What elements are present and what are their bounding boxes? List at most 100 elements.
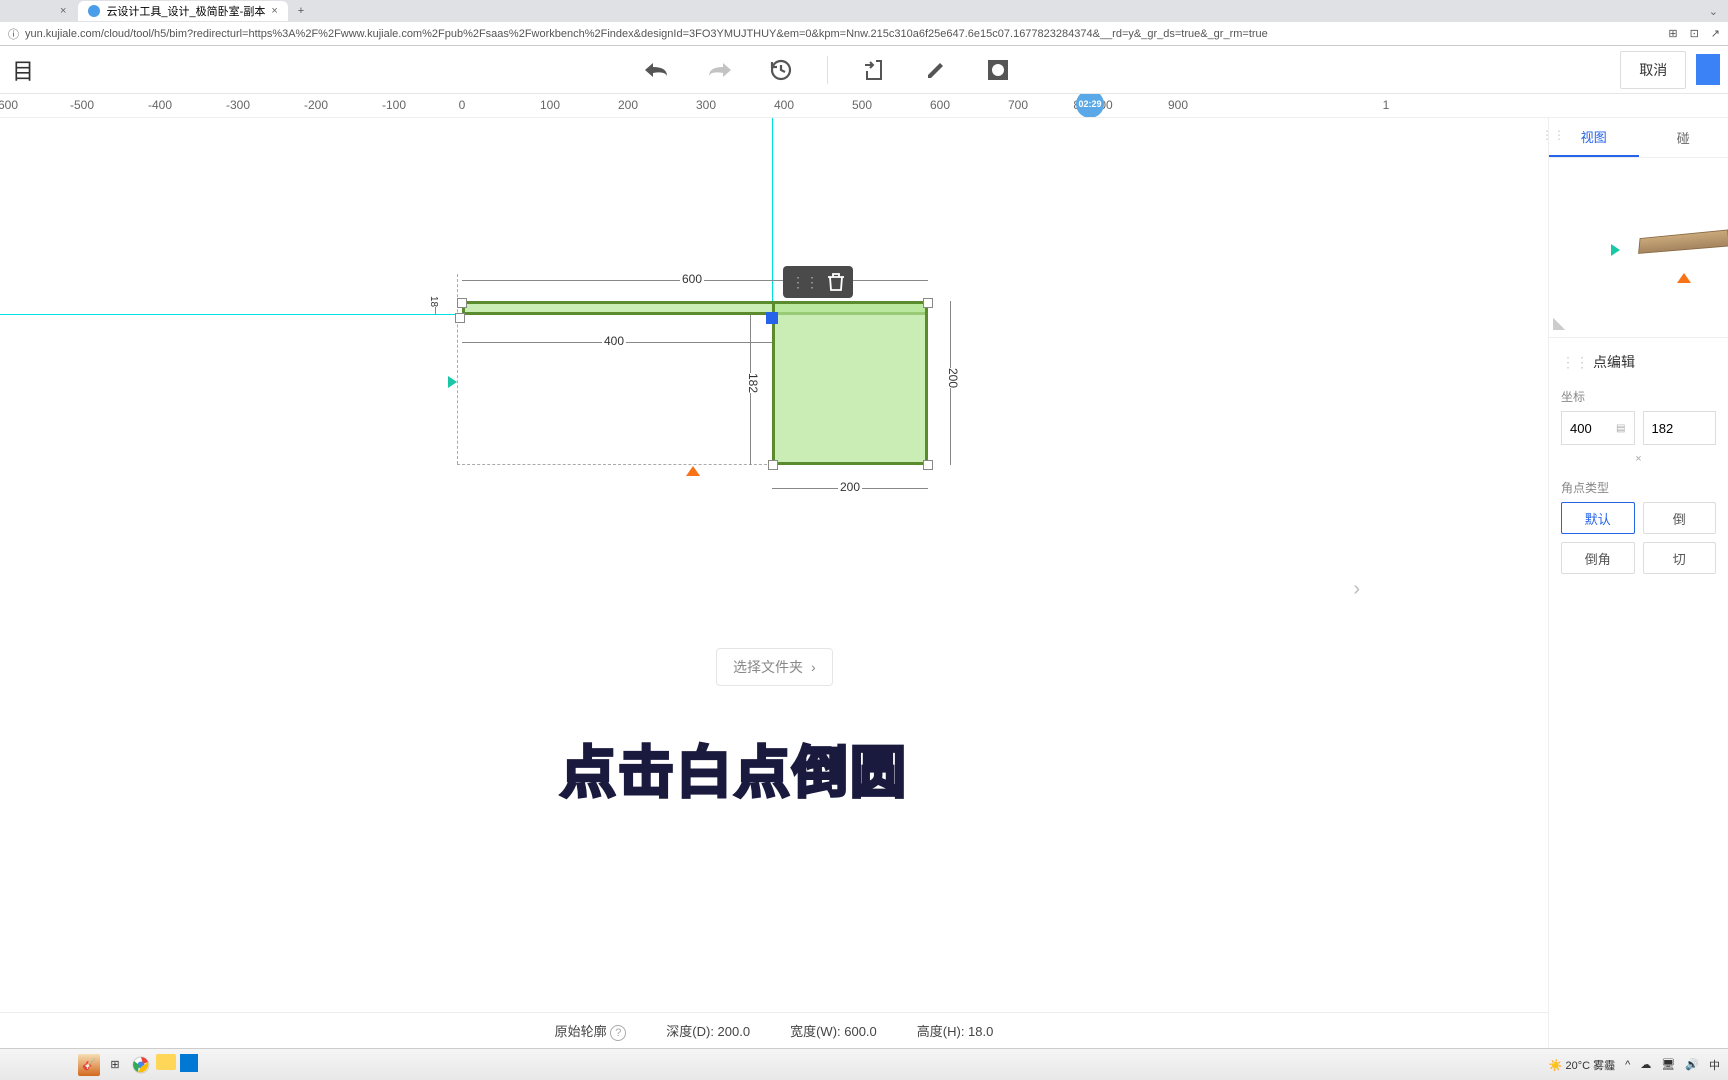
corner-cut-button[interactable]: 切 — [1643, 542, 1717, 574]
status-bar: 原始轮廓 ? 深度(D): 200.0 宽度(W): 600.0 高度(H): … — [0, 1012, 1548, 1048]
guide-horizontal — [0, 314, 462, 315]
preview-3d[interactable]: ◣ — [1549, 158, 1728, 338]
ruler-mark: -500 — [70, 98, 94, 112]
ruler-mark: 600 — [0, 98, 18, 112]
help-icon[interactable]: ? — [610, 1025, 626, 1041]
dim-label: 18 — [426, 296, 441, 307]
panel-drag-icon[interactable]: ⋮⋮ — [1541, 128, 1565, 142]
tray-icon[interactable]: ☁ — [1640, 1058, 1651, 1071]
undo-icon[interactable] — [641, 54, 673, 86]
corner-chamfer-button[interactable]: 倒角 — [1561, 542, 1635, 574]
triangle-green-icon — [448, 376, 457, 388]
depth-value: 深度(D): 200.0 — [666, 1021, 750, 1040]
drag-icon[interactable]: ⋮⋮ — [1561, 354, 1589, 371]
taskbar-explorer-icon[interactable] — [156, 1054, 176, 1070]
site-info-icon[interactable]: ⓘ — [8, 26, 19, 42]
collapse-panel-icon[interactable]: › — [1353, 578, 1360, 601]
original-outline-label: 原始轮廓 — [555, 1024, 607, 1039]
dim-label: 400 — [602, 334, 626, 348]
time-badge: 02:29 — [1076, 94, 1104, 118]
translate-icon[interactable]: ⊡ — [1690, 27, 1699, 40]
triangle-orange-icon — [686, 466, 700, 476]
handle-selected[interactable] — [766, 312, 778, 324]
dim-label: 200 — [838, 480, 862, 494]
ruler-mark: 500 — [852, 98, 872, 112]
tab-close-icon[interactable]: × — [271, 5, 277, 17]
taskbar-app-5[interactable] — [180, 1054, 198, 1072]
ruler-mark: 1 — [1383, 98, 1390, 112]
tab-close-icon[interactable]: × — [60, 5, 66, 17]
windows-taskbar[interactable]: 🎸 ⊞ ☀️ 20°C 雾霾 ^ ☁ 🖥 🔊 中 — [0, 1048, 1728, 1080]
browser-tab-1[interactable]: × — [50, 1, 76, 21]
canvas[interactable]: 600 400 200 200 182 18 ⋮⋮ 选择文件夹 — [0, 118, 1548, 1048]
preview-shape — [1638, 229, 1728, 253]
ime-indicator[interactable]: 中 — [1709, 1057, 1720, 1073]
dim-label: 200 — [944, 368, 962, 388]
handle[interactable] — [923, 298, 933, 308]
select-folder-button[interactable]: 选择文件夹 › — [716, 648, 833, 686]
redo-icon[interactable] — [703, 54, 735, 86]
import-icon[interactable] — [858, 54, 890, 86]
weather-widget[interactable]: ☀️ 20°C 雾霾 — [1549, 1057, 1615, 1073]
corner-default-button[interactable]: 默认 — [1561, 502, 1635, 534]
tab-title: 云设计工具_设计_极简卧室-副本 — [106, 3, 265, 19]
ruler-mark: 200 — [618, 98, 638, 112]
handle[interactable] — [768, 460, 778, 470]
browser-tab-2[interactable]: 云设计工具_设计_极简卧室-副本 × — [78, 1, 287, 21]
section-point-edit: ⋮⋮ 点编辑 — [1549, 338, 1728, 380]
handle[interactable] — [923, 460, 933, 470]
trash-icon[interactable] — [827, 272, 845, 292]
ruler-mark: -200 — [304, 98, 328, 112]
coord-label: 坐标 — [1549, 380, 1728, 411]
tab-favicon-icon — [88, 5, 100, 17]
shape-square[interactable] — [772, 301, 928, 465]
resize-corner-icon[interactable]: ◣ — [1553, 313, 1565, 333]
ruler-mark: 900 — [1168, 98, 1188, 112]
caption-overlay: 点击白点倒圆 — [560, 728, 908, 809]
ruler-horizontal: 600 -500 -400 -300 -200 -100 0 100 200 3… — [0, 94, 1728, 118]
taskbar-chrome-icon[interactable] — [130, 1054, 152, 1076]
ruler-mark: -300 — [226, 98, 250, 112]
dash-line — [457, 464, 772, 465]
grip-icon[interactable]: ⋮⋮ — [791, 275, 819, 289]
tray-display-icon[interactable]: 🖥 — [1661, 1058, 1675, 1071]
stepper-icon[interactable]: ▤ — [1616, 423, 1625, 434]
ruler-mark: 600 — [930, 98, 950, 112]
tray-expand-icon[interactable]: ^ — [1625, 1059, 1630, 1071]
ruler-mark: -400 — [148, 98, 172, 112]
ruler-mark: 400 — [774, 98, 794, 112]
ruler-mark: 700 — [1008, 98, 1028, 112]
ruler-mark: 300 — [696, 98, 716, 112]
tray-sound-icon[interactable]: 🔊 — [1685, 1058, 1699, 1071]
address-bar: ⓘ yun.kujiale.com/cloud/tool/h5/bim?redi… — [0, 22, 1728, 46]
edit-icon[interactable] — [920, 54, 952, 86]
corner-type-label: 角点类型 — [1549, 471, 1728, 502]
taskbar-app-1[interactable]: 🎸 — [78, 1054, 100, 1076]
install-icon[interactable]: ⊞ — [1668, 27, 1677, 40]
coord-y-input[interactable]: 182 — [1643, 411, 1717, 445]
folder-button-label: 选择文件夹 — [733, 657, 803, 677]
ruler-mark: 100 — [540, 98, 560, 112]
cancel-button[interactable]: 取消 — [1620, 51, 1686, 89]
ruler-mark: 0 — [459, 98, 466, 112]
url-text[interactable]: yun.kujiale.com/cloud/tool/h5/bim?redire… — [25, 28, 1268, 40]
corner-fillet-button[interactable]: 倒 — [1643, 502, 1717, 534]
share-icon[interactable]: ↗ — [1711, 27, 1720, 40]
history-icon[interactable] — [765, 54, 797, 86]
delete-popup: ⋮⋮ — [783, 266, 853, 298]
coord-x-input[interactable]: 400 ▤ — [1561, 411, 1635, 445]
triangle-orange-icon — [1677, 273, 1691, 283]
browser-tab-strip: × 云设计工具_设计_极简卧室-副本 × + ⌄ — [0, 0, 1728, 22]
shape-icon[interactable] — [982, 54, 1014, 86]
new-tab-button[interactable]: + — [290, 5, 312, 17]
handle[interactable] — [457, 298, 467, 308]
height-value: 高度(H): 18.0 — [917, 1021, 994, 1040]
guide-vertical — [772, 118, 773, 318]
tab-other[interactable]: 碰 — [1639, 118, 1728, 157]
dim-label: 600 — [680, 272, 704, 286]
confirm-button[interactable] — [1696, 54, 1720, 85]
taskbar-app-2[interactable]: ⊞ — [104, 1054, 126, 1076]
clear-x-button[interactable]: × — [1549, 453, 1728, 471]
handle[interactable] — [455, 313, 465, 323]
menu-button[interactable]: 目 — [8, 54, 34, 86]
